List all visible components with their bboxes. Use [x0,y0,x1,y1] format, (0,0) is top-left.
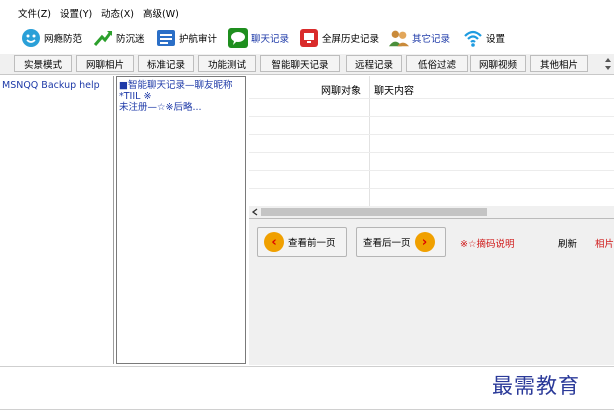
toolbar-item-other-records[interactable]: 其它记录 [388,26,450,50]
toolbar-item-label: 设置 [486,34,506,45]
tab-function-test[interactable]: 功能测试 [198,55,256,72]
watermark-text: 最需教育 [492,374,580,398]
wifi-icon [462,27,484,49]
prev-page-label: 查看前一页 [288,238,336,249]
people-icon [388,27,410,49]
menu-advanced[interactable]: 高级(W) [143,6,179,20]
toolbar: 网瘾防范 防沉迷 护航审计 聊天记录 全屏历史记录 其它记录 设置 [0,24,614,52]
tab-scroll-arrow-icon[interactable] [604,56,612,72]
toolbar-item-label: 护航审计 [179,34,218,45]
next-page-button[interactable]: 查看后一页 › [356,227,446,257]
menu-bar: 文件(Z) 设置(Y) 动态(X) 高级(W) [0,4,614,20]
divider [0,409,614,410]
toolbar-item-screen-history[interactable]: 全屏历史记录 [298,26,379,50]
tab-standard-records[interactable]: 标准记录 [138,55,194,72]
scroll-left-icon[interactable] [251,208,259,216]
row-line [249,170,614,171]
toolbar-item-label: 防沉迷 [116,34,145,45]
toolbar-item-anti-addiction[interactable]: 防沉迷 [92,26,145,50]
row-line [249,152,614,153]
refresh-button[interactable]: 刷新 [558,236,577,250]
records-list-pane: ■智能聊天记录—聊友昵称 *TIIL ※ 未注册—☆※后略... [116,76,246,364]
status-area: 最需教育 [0,366,614,415]
next-page-label: 查看后一页 [363,238,411,249]
photo-link[interactable]: 相片 [595,236,614,250]
tab-chat-photos[interactable]: 网聊相片 [76,55,134,72]
menu-dynamic[interactable]: 动态(X) [101,6,134,20]
row-line [249,134,614,135]
records-list-item-code: *TIIL ※ [119,91,152,102]
tab-smart-chat-records[interactable]: 智能聊天记录 [260,55,340,72]
toolbar-item-audit[interactable]: 护航审计 [155,26,217,50]
left-pane-item[interactable]: MSNQQ Backup help [2,80,100,91]
menu-settings[interactable]: 设置(Y) [60,6,92,20]
controls-panel: ‹ 查看前一页 查看后一页 › ※☆摘码说明 刷新 相片 [249,218,614,365]
list-icon [155,27,177,49]
tab-bar: 实景模式 网聊相片 标准记录 功能测试 智能聊天记录 远程记录 低俗过滤 网聊视… [0,54,614,75]
toolbar-item-label: 其它记录 [412,34,451,45]
records-list-item-title[interactable]: ■智能聊天记录—聊友昵称 [119,80,232,91]
row-line [249,98,614,99]
left-pane: MSNQQ Backup help [0,76,114,364]
tab-live-mode[interactable]: 实景模式 [14,55,72,72]
column-divider [369,76,370,206]
tab-other-photos[interactable]: 其他相片 [530,55,588,72]
row-line [249,116,614,117]
row-line [249,188,614,189]
chevron-right-icon: › [414,232,435,252]
toolbar-item-label: 聊天记录 [251,34,290,45]
column-header-peer[interactable]: 网聊对象 [321,82,361,97]
arrow-icon [92,27,114,49]
tab-vulgar-filter[interactable]: 低俗过滤 [406,55,468,72]
toolbar-item-addiction-prevention[interactable]: 网瘾防范 [20,26,82,50]
menu-file[interactable]: 文件(Z) [18,6,51,20]
chat-bubble-icon [227,27,249,49]
chevron-left-icon: ‹ [264,232,284,252]
horizontal-scrollbar[interactable] [249,206,614,218]
toolbar-item-label: 网瘾防范 [44,34,83,45]
chat-table: 网聊对象 聊天内容 [249,76,614,206]
toolbar-item-settings[interactable]: 设置 [462,26,505,50]
column-header-content[interactable]: 聊天内容 [374,82,414,97]
tab-remote-records[interactable]: 远程记录 [346,55,402,72]
toolbar-item-chat-records[interactable]: 聊天记录 [227,26,289,50]
records-list-item-status: 未注册—☆※后略... [119,102,202,113]
face-icon [20,27,42,49]
prev-page-button[interactable]: ‹ 查看前一页 [257,227,347,257]
scrollbar-thumb[interactable] [261,208,487,216]
toolbar-item-label: 全屏历史记录 [322,34,380,45]
code-note-link[interactable]: ※☆摘码说明 [460,236,514,250]
tab-chat-video[interactable]: 网聊视频 [470,55,526,72]
screen-history-icon [298,27,320,49]
